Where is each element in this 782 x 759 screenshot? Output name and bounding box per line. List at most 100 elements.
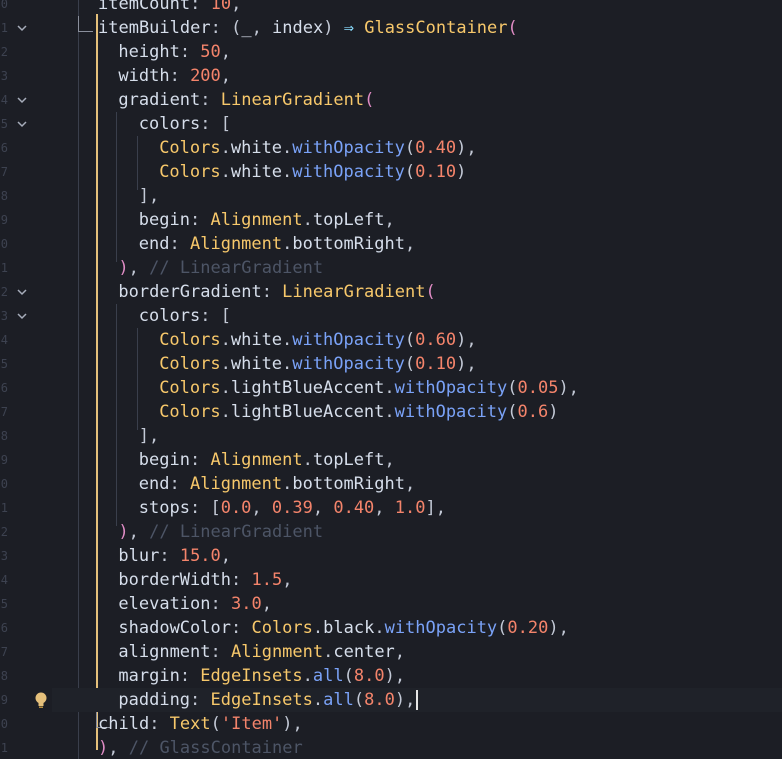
chevron-down-icon[interactable]: [14, 16, 30, 40]
code-token: Colors: [159, 162, 221, 182]
code-line[interactable]: child: Text('Item'),: [52, 712, 782, 736]
line-number: 5: [0, 117, 8, 131]
chevron-down-icon[interactable]: [14, 304, 30, 328]
code-token: white: [230, 330, 283, 350]
code-token: ,: [384, 450, 395, 470]
code-token: ): [548, 402, 559, 422]
code-token: ,: [220, 546, 232, 566]
code-line[interactable]: begin: Alignment.topLeft,: [52, 208, 782, 232]
code-token: .: [302, 450, 313, 470]
code-token: .: [282, 162, 293, 182]
line-number: 7: [0, 165, 8, 179]
chevron-down-icon[interactable]: [14, 280, 30, 304]
code-token: lightBlueAccent: [230, 402, 385, 422]
code-token: :: [190, 0, 211, 14]
code-token: :: [190, 690, 211, 710]
code-token: black: [323, 618, 375, 638]
code-token: .: [323, 642, 334, 662]
code-line[interactable]: alignment: Alignment.center,: [52, 640, 782, 664]
code-token: alignment: [118, 642, 211, 662]
code-token: // LinearGradient: [149, 258, 324, 278]
code-token: ),: [558, 378, 579, 398]
code-line[interactable]: Colors.white.withOpacity(0.40),: [52, 136, 782, 160]
code-token: GlassContainer: [364, 18, 508, 38]
code-line[interactable]: stops: [0.0, 0.39, 0.40, 1.0],: [52, 496, 782, 520]
code-line[interactable]: height: 50,: [52, 40, 782, 64]
code-line[interactable]: borderWidth: 1.5,: [52, 568, 782, 592]
code-token: ,: [374, 498, 395, 518]
code-token: bottomRight: [292, 474, 405, 494]
code-line[interactable]: begin: Alignment.topLeft,: [52, 448, 782, 472]
code-line[interactable]: colors: [: [52, 304, 782, 328]
code-token: (: [343, 666, 354, 686]
line-number: 8: [0, 189, 8, 203]
code-token: ,: [128, 522, 150, 542]
code-token: Alignment: [210, 210, 303, 230]
code-token: topLeft: [312, 210, 385, 230]
code-token: ,: [394, 642, 406, 662]
code-editor[interactable]: 0 1 2 3 4 5 6 7 8 9 0 1 2 3 4 5 6 7 8 9 0 1 2 3 4 5 6 7 8 9 0 1 itemCou…: [0, 0, 782, 759]
code-line[interactable]: borderGradient: LinearGradient(: [52, 280, 782, 304]
line-number: 7: [0, 645, 8, 659]
code-token: 0.05: [517, 378, 559, 398]
code-line[interactable]: end: Alignment.bottomRight,: [52, 472, 782, 496]
code-token: topLeft: [312, 450, 385, 470]
code-line[interactable]: ), // LinearGradient: [52, 520, 782, 544]
code-token: ],: [138, 426, 160, 446]
code-token: .: [384, 378, 395, 398]
code-line[interactable]: ],: [52, 184, 782, 208]
code-token: withOpacity: [384, 618, 498, 638]
code-line[interactable]: margin: EdgeInsets.all(8.0),: [52, 664, 782, 688]
chevron-down-icon[interactable]: [14, 88, 30, 112]
code-token: ),: [384, 666, 406, 686]
code-line[interactable]: gradient: LinearGradient(: [52, 88, 782, 112]
code-line[interactable]: itemCount: 10,: [52, 0, 782, 16]
code-line[interactable]: width: 200,: [52, 64, 782, 88]
code-line[interactable]: elevation: 3.0,: [52, 592, 782, 616]
code-token: .: [282, 234, 293, 254]
lightbulb-icon[interactable]: [34, 691, 48, 709]
code-token: // GlassContainer: [128, 738, 303, 758]
code-line[interactable]: shadowColor: Colors.black.withOpacity(0.…: [52, 616, 782, 640]
code-token: :: [179, 42, 201, 62]
code-line[interactable]: colors: [: [52, 112, 782, 136]
code-line[interactable]: itemBuilder: (_, index) ⇒ GlassContainer…: [52, 16, 782, 40]
code-token: Text: [169, 714, 211, 734]
code-token: .: [220, 330, 231, 350]
code-line[interactable]: Colors.lightBlueAccent.withOpacity(0.6): [52, 400, 782, 424]
code-line[interactable]: ), // GlassContainer: [52, 736, 782, 759]
code-token: height: [118, 42, 180, 62]
code-line[interactable]: ],: [52, 424, 782, 448]
code-token: 15.0: [179, 546, 221, 566]
code-line[interactable]: Colors.lightBlueAccent.withOpacity(0.05)…: [52, 376, 782, 400]
code-token: 0.40: [333, 498, 375, 518]
line-number: 2: [0, 285, 8, 299]
code-token: (: [507, 18, 518, 38]
code-line[interactable]: ), // LinearGradient: [52, 256, 782, 280]
code-token: .: [220, 402, 231, 422]
code-token: stops: [138, 498, 190, 518]
code-token: ,: [251, 498, 272, 518]
code-area[interactable]: itemCount: 10, itemBuilder: (_, index) ⇒ …: [52, 0, 782, 759]
line-number: 5: [0, 357, 8, 371]
line-number: 5: [0, 597, 8, 611]
code-line[interactable]: Colors.white.withOpacity(0.10): [52, 160, 782, 184]
code-token: (: [404, 330, 416, 350]
code-token: ): [118, 522, 129, 542]
code-token: Alignment: [190, 234, 283, 254]
code-token: withOpacity: [292, 138, 405, 158]
text-cursor: [416, 690, 418, 710]
code-token: withOpacity: [394, 402, 508, 422]
code-token: LinearGradient: [282, 282, 426, 302]
code-line[interactable]: Colors.white.withOpacity(0.60),: [52, 328, 782, 352]
code-token: ),: [456, 330, 477, 350]
code-line[interactable]: end: Alignment.bottomRight,: [52, 232, 782, 256]
code-token: ⇒: [343, 18, 354, 38]
chevron-down-icon[interactable]: [14, 112, 30, 136]
code-line[interactable]: blur: 15.0,: [52, 544, 782, 568]
code-line[interactable]: Colors.white.withOpacity(0.10),: [52, 352, 782, 376]
line-number: 9: [0, 453, 8, 467]
code-token: 0.10: [415, 354, 457, 374]
line-number: 2: [0, 45, 8, 59]
